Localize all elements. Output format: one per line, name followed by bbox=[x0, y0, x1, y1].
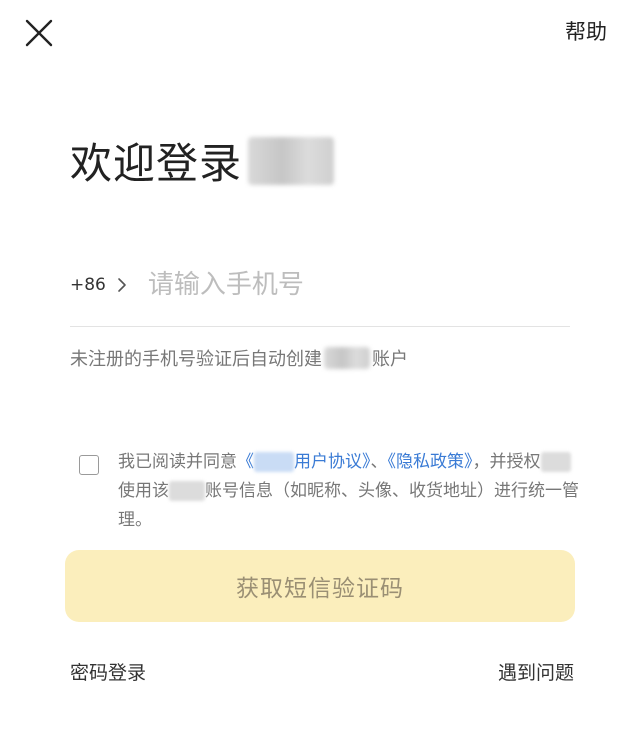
phone-number-input[interactable] bbox=[145, 269, 490, 301]
agreement-part2: 并授权 bbox=[489, 452, 541, 472]
phone-field-row: +86 bbox=[70, 262, 570, 308]
agreement-separator: 、 bbox=[370, 452, 388, 472]
get-sms-code-button[interactable]: 获取短信验证码 bbox=[65, 550, 575, 622]
page-title: 欢迎登录 bbox=[70, 139, 243, 188]
agreement-part3: 使用该 bbox=[118, 481, 169, 501]
welcome-title-row: 欢迎登录 bbox=[70, 130, 335, 191]
redacted-app-name bbox=[324, 347, 370, 369]
country-code-selector[interactable]: +86 bbox=[70, 275, 106, 295]
user-agreement-link[interactable]: 《 用户协议》 bbox=[237, 452, 371, 472]
agreement-part1: 我已阅读并同意 bbox=[118, 452, 237, 472]
user-agreement-open-bracket: 《 bbox=[237, 452, 254, 472]
redacted-app-name bbox=[540, 452, 571, 472]
redacted-app-name bbox=[169, 481, 205, 501]
chevron-right-icon[interactable] bbox=[116, 277, 128, 293]
redacted-app-name bbox=[248, 136, 335, 185]
hint-text-after: 账户 bbox=[372, 349, 408, 370]
agreement-text: 我已阅读并同意《 用户协议》、《隐私政策》，并授权使用该 账号信息（如昵称、头像、收… bbox=[118, 448, 579, 535]
help-link[interactable]: 帮助 bbox=[565, 16, 607, 46]
redacted-app-name bbox=[254, 452, 294, 472]
trouble-link[interactable]: 遇到问题 bbox=[498, 658, 574, 685]
password-login-link[interactable]: 密码登录 bbox=[70, 658, 146, 685]
user-agreement-label: 用户协议》 bbox=[294, 452, 371, 472]
agreement-comma: ， bbox=[472, 452, 490, 472]
close-icon[interactable] bbox=[22, 16, 56, 50]
agreement-section: 我已阅读并同意《 用户协议》、《隐私政策》，并授权使用该 账号信息（如昵称、头像、收… bbox=[79, 448, 579, 535]
privacy-policy-link[interactable]: 《隐私政策》 bbox=[388, 452, 473, 472]
agreement-checkbox[interactable] bbox=[79, 455, 99, 475]
input-divider bbox=[70, 326, 570, 327]
auto-register-hint: 未注册的手机号验证后自动创建 账户 bbox=[70, 345, 408, 371]
hint-text-before: 未注册的手机号验证后自动创建 bbox=[70, 349, 322, 370]
login-screen: 帮助 欢迎登录 +86 未注册的手机号验证后自动创建 账户 我已阅读并同意《 用户… bbox=[0, 0, 640, 754]
